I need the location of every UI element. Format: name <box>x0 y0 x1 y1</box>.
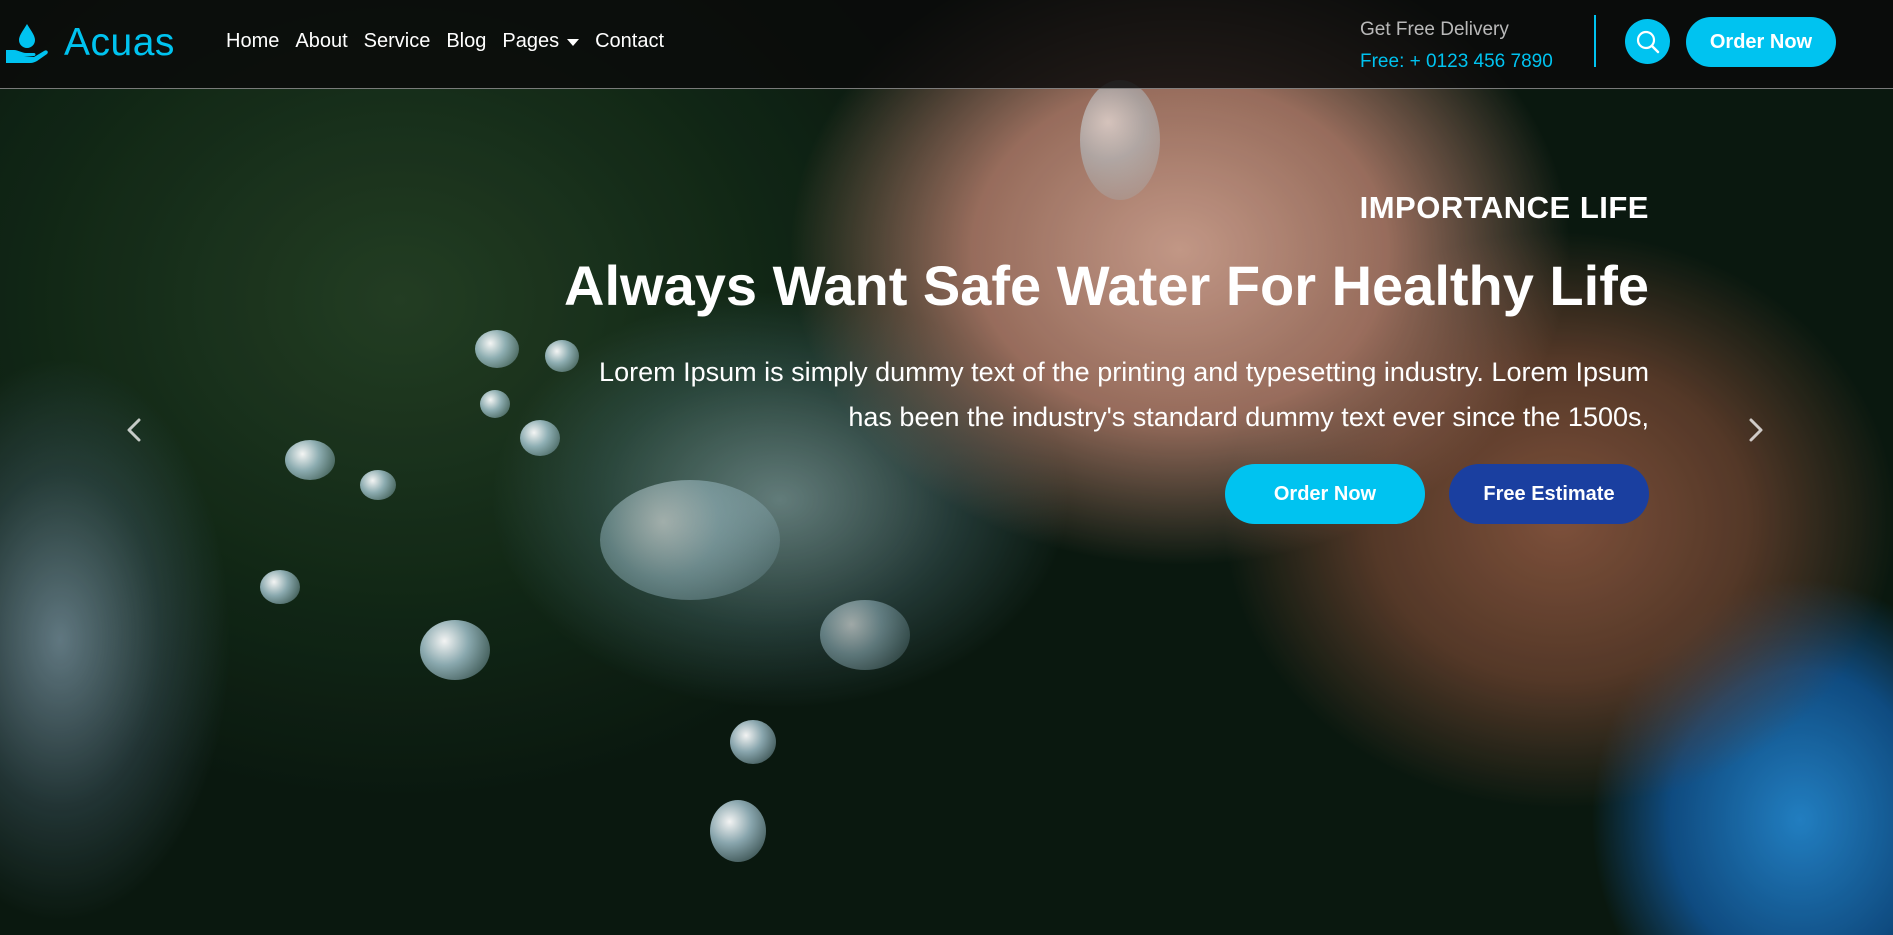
delivery-label: Get Free Delivery <box>1360 19 1509 40</box>
water-stream <box>1080 80 1160 200</box>
brand-name: Acuas <box>64 21 175 64</box>
search-icon <box>1636 30 1659 53</box>
order-now-button[interactable]: Order Now <box>1225 464 1425 524</box>
nav-item-pages-label: Pages <box>502 30 560 52</box>
hero-actions: Order Now Free Estimate <box>449 464 1649 524</box>
search-button[interactable] <box>1625 19 1670 64</box>
header-divider <box>1594 15 1596 67</box>
main-nav: Home About Service Blog Pages Contact <box>226 30 664 53</box>
nav-item-contact[interactable]: Contact <box>595 30 664 53</box>
carousel-next-button[interactable] <box>1737 412 1773 448</box>
delivery-phone[interactable]: Free: + 0123 456 7890 <box>1360 46 1553 78</box>
chevron-right-icon <box>1749 418 1763 442</box>
water-droplet <box>360 470 396 500</box>
site-header: Acuas Home About Service Blog Pages Cont… <box>0 0 1893 89</box>
water-droplet <box>420 620 490 680</box>
nav-item-home[interactable]: Home <box>226 30 279 53</box>
order-now-header-button[interactable]: Order Now <box>1686 17 1836 67</box>
nav-item-about[interactable]: About <box>295 30 347 53</box>
chevron-left-icon <box>127 418 141 442</box>
water-droplet <box>260 570 300 604</box>
logo[interactable]: Acuas <box>4 18 175 68</box>
caret-down-icon <box>567 39 580 46</box>
hero-content: IMPORTANCE LIFE Always Want Safe Water F… <box>449 190 1649 524</box>
water-droplet <box>820 600 910 670</box>
hero-description: Lorem Ipsum is simply dummy text of the … <box>599 357 1649 432</box>
nav-item-blog[interactable]: Blog <box>446 30 486 53</box>
carousel-prev-button[interactable] <box>117 412 153 448</box>
free-estimate-button[interactable]: Free Estimate <box>1449 464 1649 524</box>
water-hand-icon <box>6 24 48 63</box>
delivery-info: Get Free Delivery Free: + 0123 456 7890 <box>1360 14 1553 78</box>
water-droplet <box>730 720 776 764</box>
water-droplet <box>285 440 335 480</box>
nav-item-service[interactable]: Service <box>364 30 431 53</box>
hero-eyebrow: IMPORTANCE LIFE <box>1359 190 1649 225</box>
water-droplet <box>710 800 766 862</box>
nav-item-pages[interactable]: Pages <box>502 30 580 53</box>
hero-title: Always Want Safe Water For Healthy Life <box>564 254 1649 317</box>
